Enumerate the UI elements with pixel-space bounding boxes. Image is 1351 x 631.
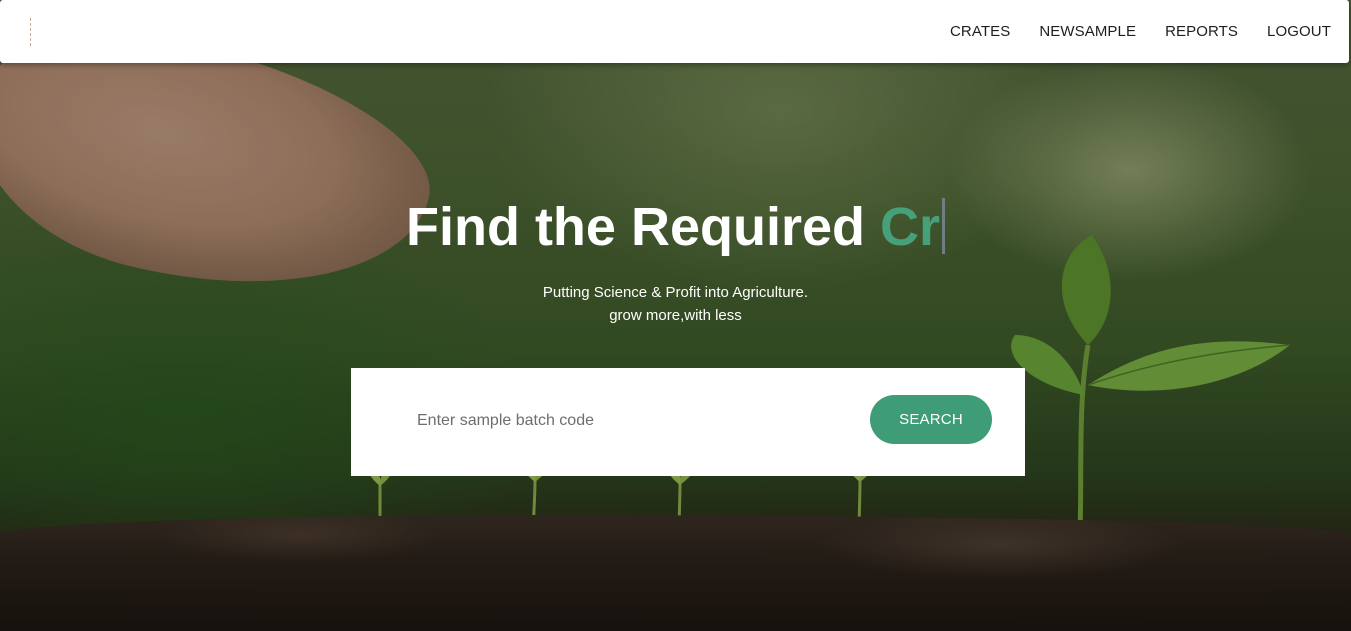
main-nav: CRATES NEWSAMPLE REPORTS LOGOUT xyxy=(921,23,1331,40)
headline-typed-text: Cr xyxy=(880,197,941,257)
search-button[interactable]: SEARCH xyxy=(870,395,992,444)
logo[interactable] xyxy=(30,17,34,46)
typing-cursor xyxy=(942,198,946,254)
headline-static-text: Find the Required xyxy=(405,197,880,257)
top-navbar: CRATES NEWSAMPLE REPORTS LOGOUT xyxy=(0,0,1349,63)
batch-code-search-input[interactable] xyxy=(417,406,837,436)
nav-logout-link[interactable]: LOGOUT xyxy=(1267,23,1331,40)
hero-tagline-line2: grow more,with less xyxy=(609,307,742,324)
nav-reports-link[interactable]: REPORTS xyxy=(1165,23,1238,40)
hero-tagline-line1: Putting Science & Profit into Agricultur… xyxy=(542,284,809,301)
nav-newsample-link[interactable]: NEWSAMPLE xyxy=(1039,23,1136,40)
hero-headline: Find the Required Cr xyxy=(0,196,1351,258)
nav-crates-link[interactable]: CRATES xyxy=(950,23,1010,40)
search-panel: SEARCH xyxy=(351,368,1025,476)
